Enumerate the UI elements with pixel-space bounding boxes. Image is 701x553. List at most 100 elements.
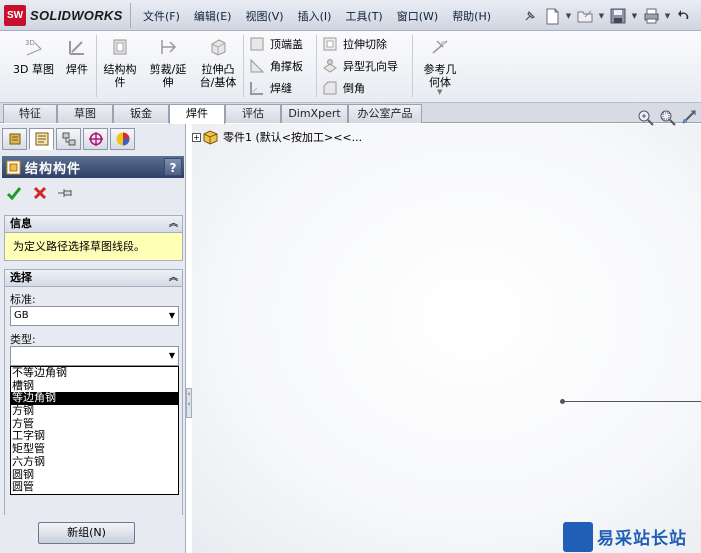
- selection-group-title: 选择: [10, 271, 32, 284]
- hole-wizard-label: 异型孔向导: [343, 60, 398, 73]
- reference-geometry-dropdown-icon[interactable]: ▼: [437, 88, 442, 96]
- menu-file[interactable]: 文件(F): [136, 8, 187, 24]
- info-group-header[interactable]: 信息 ︽: [5, 216, 182, 233]
- hole-wizard-button[interactable]: 异型孔向导: [322, 56, 398, 76]
- type-option[interactable]: 方钢: [11, 405, 178, 418]
- print-button[interactable]: [641, 6, 661, 26]
- close-x-icon: [33, 186, 47, 200]
- trim-extend-icon: [161, 40, 177, 54]
- save-dropdown[interactable]: ▼: [630, 6, 639, 26]
- weldment-button[interactable]: 焊件: [61, 37, 93, 76]
- type-option[interactable]: 槽钢: [11, 380, 178, 393]
- end-cap-icon: [250, 37, 264, 51]
- type-option[interactable]: 不等边角钢: [11, 367, 178, 380]
- chamfer-icon: [323, 81, 337, 95]
- expand-plus-icon[interactable]: +: [192, 132, 201, 142]
- menu-help[interactable]: 帮助(H): [445, 8, 498, 24]
- dimxpert-crosshair-icon: [88, 132, 103, 146]
- toolbar-separator: [316, 35, 317, 97]
- sketch-line[interactable]: [562, 401, 701, 402]
- selection-group-header[interactable]: 选择 ︽: [5, 270, 182, 287]
- standard-select[interactable]: GB ▼: [10, 306, 179, 326]
- menu-insert[interactable]: 插入(I): [291, 8, 339, 24]
- undo-button[interactable]: [674, 6, 694, 26]
- checkmark-icon: [6, 187, 22, 201]
- weld-bead-button[interactable]: 焊缝: [249, 78, 292, 98]
- type-option-selected[interactable]: 等边角钢: [11, 392, 178, 406]
- new-document-button[interactable]: [542, 6, 562, 26]
- open-button[interactable]: [575, 6, 595, 26]
- tab-sheet-metal[interactable]: 钣金: [113, 104, 169, 123]
- configuration-manager-tab[interactable]: [56, 128, 81, 150]
- feature-manager-tab[interactable]: [2, 128, 27, 150]
- pin-button[interactable]: [520, 6, 540, 26]
- type-option[interactable]: 六方钢: [11, 456, 178, 469]
- chamfer-button[interactable]: 倒角: [322, 78, 365, 98]
- keep-visible-pushpin-button[interactable]: [56, 183, 76, 203]
- 3d-sketch-icon: 3D: [25, 39, 42, 56]
- gusset-button[interactable]: 角撑板: [249, 56, 303, 76]
- feature-tree-root[interactable]: + 零件1 (默认<按加工><<...: [192, 129, 362, 145]
- type-option[interactable]: 圆管: [11, 481, 178, 494]
- ok-button[interactable]: [4, 183, 24, 203]
- type-option[interactable]: 工字钢: [11, 430, 178, 443]
- type-option[interactable]: 圆钢: [11, 469, 178, 482]
- tab-sketch[interactable]: 草图: [57, 104, 113, 123]
- toolbar-separator: [412, 35, 413, 97]
- tab-features[interactable]: 特征: [3, 104, 57, 123]
- save-button[interactable]: [608, 6, 628, 26]
- menu-view[interactable]: 视图(V): [238, 8, 290, 24]
- cancel-button[interactable]: [30, 183, 50, 203]
- type-option[interactable]: 方管: [11, 418, 178, 431]
- extruded-cut-button[interactable]: 拉伸切除: [322, 34, 387, 54]
- display-manager-tab[interactable]: [110, 128, 135, 150]
- selection-group: 选择 ︽ 标准: GB ▼ 类型: ▼ 不等边角钢 槽钢 等边角钢 方钢 方管 …: [4, 269, 183, 527]
- watermark-text: 易采站长站: [597, 529, 687, 549]
- info-group-title: 信息: [10, 217, 32, 230]
- solidworks-logo-text: SOLIDWORKS: [30, 8, 123, 23]
- menu-tools[interactable]: 工具(T): [338, 8, 389, 24]
- app-logo[interactable]: SW SOLIDWORKS: [4, 5, 123, 26]
- open-dropdown[interactable]: ▼: [597, 6, 606, 26]
- previous-view-icon[interactable]: [681, 109, 698, 126]
- new-document-dropdown[interactable]: ▼: [564, 6, 573, 26]
- type-select[interactable]: ▼: [10, 346, 179, 366]
- print-dropdown[interactable]: ▼: [663, 6, 672, 26]
- property-manager-header: 结构构件 ?: [2, 156, 184, 178]
- new-group-button[interactable]: 新组(N): [38, 522, 135, 544]
- graphics-area[interactable]: + 零件1 (默认<按加工><<...: [192, 124, 701, 553]
- reference-geometry-button[interactable]: 参考几 何体: [418, 37, 462, 89]
- property-manager-tab[interactable]: [29, 128, 54, 150]
- dimxpert-manager-tab[interactable]: [83, 128, 108, 150]
- collapse-chevron-icon[interactable]: ︽: [169, 270, 178, 286]
- toolbar-separator: [96, 35, 97, 97]
- tab-office-products[interactable]: 办公室产品: [348, 104, 422, 123]
- type-option[interactable]: 矩型管: [11, 443, 178, 456]
- command-manager: 3D 3D 草图 焊件 结构构 件 剪裁/延 伸 拉伸凸 台/基体 顶端盖 角撑…: [0, 31, 701, 103]
- end-cap-button[interactable]: 顶端盖: [249, 34, 303, 54]
- help-button[interactable]: ?: [164, 158, 182, 176]
- zoom-to-fit-icon[interactable]: [637, 109, 654, 126]
- 3d-sketch-button[interactable]: 3D 3D 草图: [11, 37, 56, 76]
- pin-icon: [525, 11, 535, 21]
- main-menu: 文件(F) 编辑(E) 视图(V) 插入(I) 工具(T) 窗口(W) 帮助(H…: [136, 0, 498, 31]
- extruded-cut-icon: [323, 37, 337, 51]
- menu-edit[interactable]: 编辑(E): [187, 8, 239, 24]
- structural-member-icon: [113, 39, 127, 55]
- tab-dimxpert[interactable]: DimXpert: [281, 104, 348, 123]
- menu-window[interactable]: 窗口(W): [390, 8, 445, 24]
- extruded-boss-button[interactable]: 拉伸凸 台/基体: [195, 37, 241, 89]
- tab-weldments[interactable]: 焊件: [169, 104, 225, 124]
- trim-extend-label-2: 伸: [162, 76, 174, 89]
- configuration-icon: [62, 132, 75, 146]
- gusset-label: 角撑板: [270, 60, 303, 73]
- tab-evaluate[interactable]: 评估: [225, 104, 281, 123]
- reference-geometry-label-1: 参考几: [423, 63, 457, 76]
- watermark-logo-icon: [563, 521, 593, 552]
- svg-text:3D: 3D: [25, 39, 35, 47]
- zoom-to-area-icon[interactable]: [659, 109, 676, 126]
- collapse-chevron-icon[interactable]: ︽: [169, 216, 178, 232]
- display-manager-pie-icon: [116, 132, 129, 146]
- trim-extend-button[interactable]: 剪裁/延 伸: [145, 37, 191, 89]
- structural-member-button[interactable]: 结构构 件: [99, 37, 141, 89]
